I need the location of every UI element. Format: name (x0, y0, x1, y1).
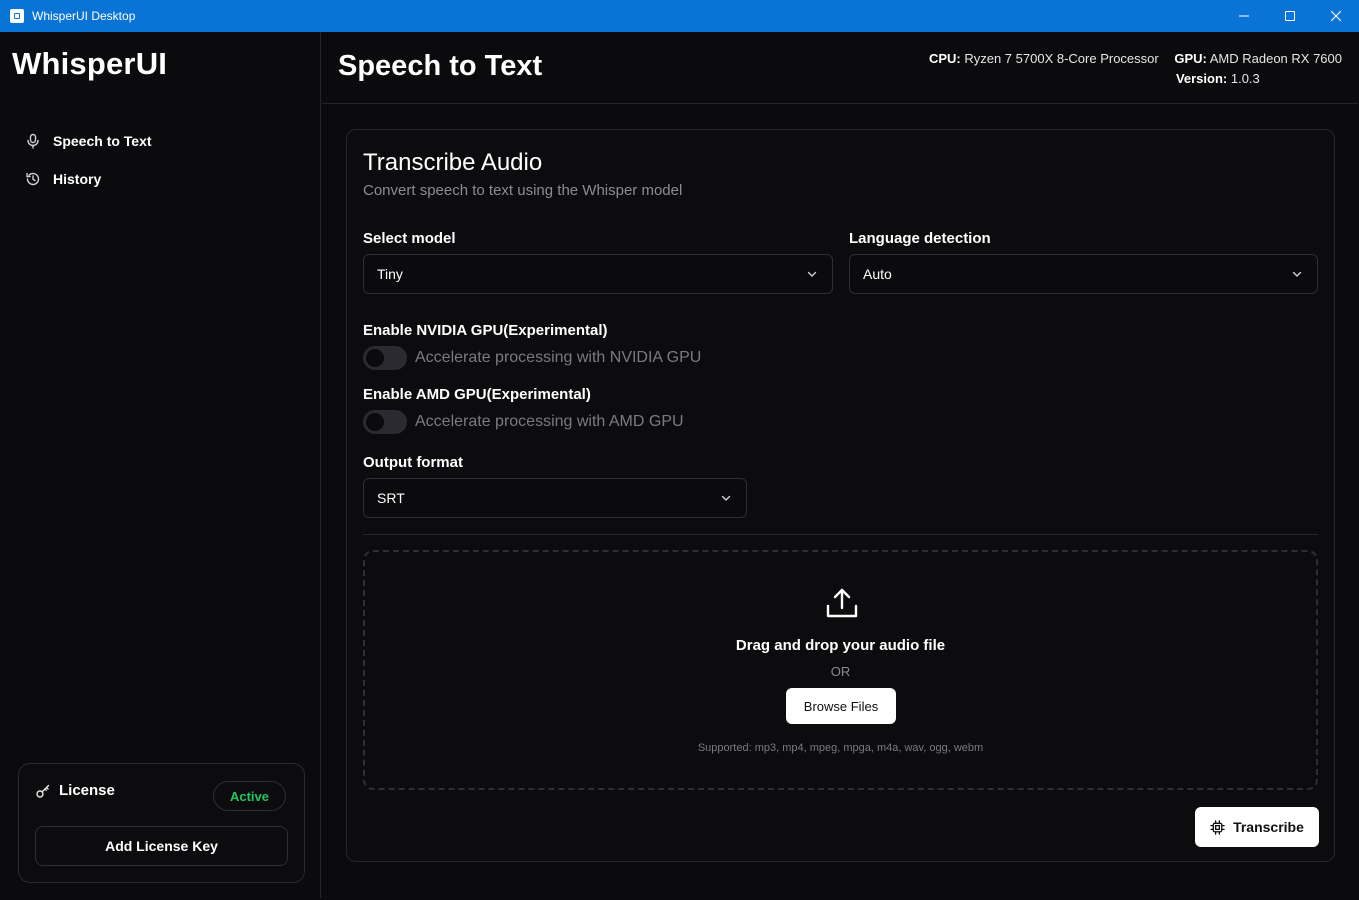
history-icon (26, 172, 40, 186)
amd-gpu-label: Enable AMD GPU(Experimental) (363, 386, 591, 403)
sidebar-nav: Speech to Text History (25, 122, 152, 198)
license-card: License Active Add License Key (18, 763, 305, 883)
cpu-icon (1210, 819, 1225, 835)
card-title: Transcribe Audio (363, 149, 543, 176)
minimize-button[interactable] (1221, 0, 1267, 32)
gpu-label: GPU: (1174, 51, 1207, 66)
maximize-button[interactable] (1267, 0, 1313, 32)
output-format-label: Output format (363, 454, 463, 471)
cpu-label: CPU: (928, 51, 961, 66)
language-select-value: Auto (863, 266, 892, 282)
cpu-info: CPU: Ryzen 7 5700X 8-Core Processor (929, 51, 1159, 66)
window-controls (1221, 0, 1359, 32)
sidebar: WhisperUI Speech to Text History License… (1, 32, 321, 898)
version-info: Version: 1.0.3 (929, 69, 1342, 89)
sidebar-item-history[interactable]: History (25, 160, 152, 198)
chevron-down-icon (1292, 271, 1302, 277)
app-window: WhisperUI Speech to Text History License… (1, 32, 1358, 898)
language-select[interactable]: Auto (849, 254, 1318, 294)
browse-files-button[interactable]: Browse Files (786, 688, 896, 724)
close-icon (1331, 11, 1341, 21)
version-value: 1.0.3 (1230, 71, 1260, 86)
dropzone-or: OR (830, 664, 851, 679)
main-header: Speech to Text CPU: Ryzen 7 5700X 8-Core… (322, 32, 1358, 104)
app-logo: WhisperUI (12, 46, 168, 81)
model-select[interactable]: Tiny (363, 254, 833, 294)
page-title: Speech to Text (338, 50, 543, 82)
cpu-value: Ryzen 7 5700X 8-Core Processor (964, 51, 1159, 66)
app-icon (10, 9, 24, 23)
add-license-key-button[interactable]: Add License Key (35, 826, 288, 866)
file-dropzone[interactable]: Drag and drop your audio file OR Browse … (363, 550, 1318, 790)
minimize-icon (1239, 15, 1249, 17)
model-label: Select model (363, 230, 456, 247)
transcribe-card: Transcribe Audio Convert speech to text … (346, 129, 1335, 862)
chevron-down-icon (807, 271, 817, 277)
nvidia-gpu-description: Accelerate processing with NVIDIA GPU (415, 349, 702, 366)
license-label: License (59, 782, 115, 799)
amd-gpu-description: Accelerate processing with AMD GPU (415, 413, 684, 430)
gpu-value: AMD Radeon RX 7600 (1209, 51, 1342, 66)
window-title: WhisperUI Desktop (32, 9, 136, 23)
nvidia-gpu-toggle[interactable] (363, 346, 407, 370)
divider (363, 534, 1318, 535)
sidebar-item-speech-to-text[interactable]: Speech to Text (25, 122, 152, 160)
language-label: Language detection (849, 230, 991, 247)
microphone-icon (27, 133, 39, 149)
system-info: CPU: Ryzen 7 5700X 8-Core Processor GPU:… (929, 49, 1342, 89)
card-subtitle: Convert speech to text using the Whisper… (363, 182, 683, 199)
transcribe-button[interactable]: Transcribe (1195, 807, 1319, 847)
dropzone-title: Drag and drop your audio file (735, 637, 946, 654)
sidebar-item-label: Speech to Text (53, 133, 152, 149)
sidebar-item-label: History (53, 171, 102, 187)
key-icon (36, 784, 50, 798)
output-format-select[interactable]: SRT (363, 478, 747, 518)
maximize-icon (1285, 11, 1295, 21)
nvidia-gpu-label: Enable NVIDIA GPU(Experimental) (363, 322, 608, 339)
license-header: License (35, 782, 115, 799)
license-status-badge: Active (212, 781, 286, 811)
output-format-value: SRT (377, 490, 405, 506)
version-label: Version: (1175, 71, 1228, 86)
transcribe-label: Transcribe (1233, 819, 1304, 835)
close-button[interactable] (1313, 0, 1359, 32)
amd-gpu-toggle[interactable] (363, 410, 407, 434)
title-bar: WhisperUI Desktop (0, 0, 1359, 32)
upload-icon (826, 588, 858, 618)
gpu-info: GPU: AMD Radeon RX 7600 (1174, 51, 1342, 66)
model-select-value: Tiny (377, 266, 403, 282)
chevron-down-icon (721, 495, 731, 501)
supported-formats: Supported: mp3, mp4, mpeg, mpga, m4a, wa… (697, 742, 984, 754)
